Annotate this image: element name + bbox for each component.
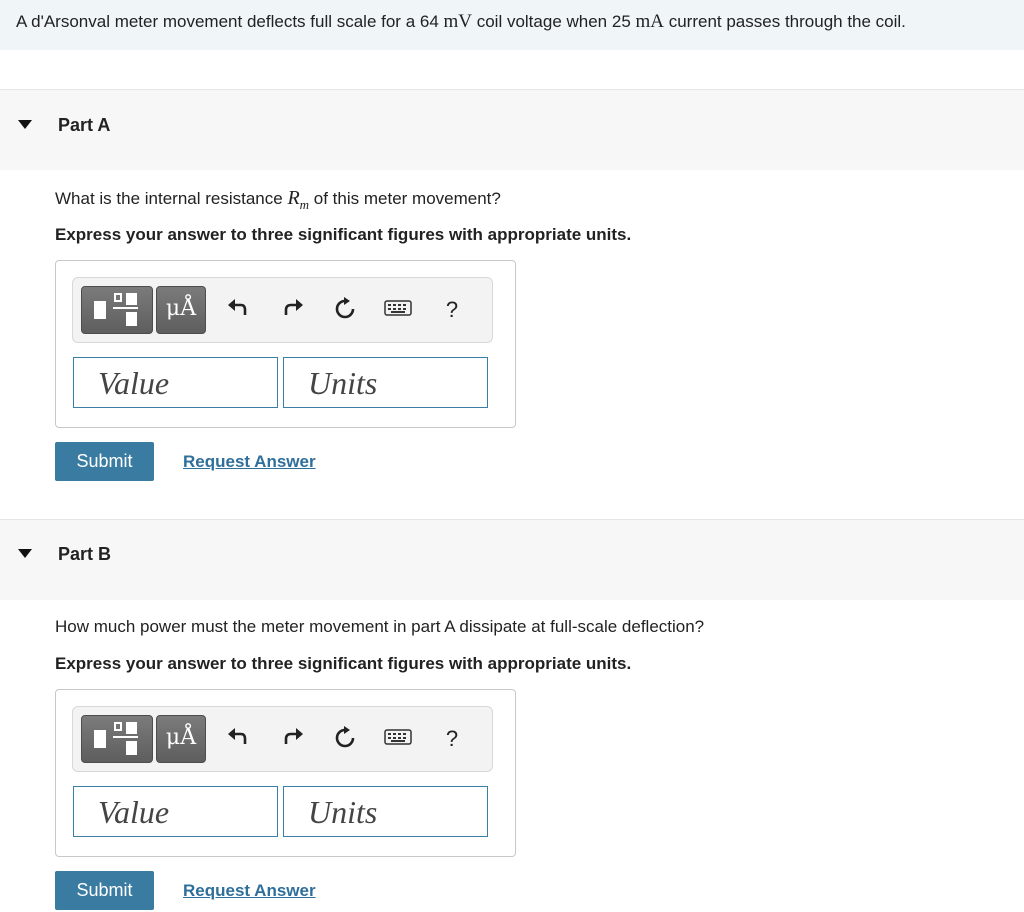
reset-icon[interactable] <box>332 726 358 752</box>
keyboard-icon[interactable] <box>383 297 413 323</box>
help-icon[interactable]: ? <box>439 297 465 323</box>
part-b-answer-box: μÅ ? Value Units <box>55 689 516 857</box>
caret-down-icon[interactable] <box>18 549 32 558</box>
problem-intro: A d'Arsonval meter movement deflects ful… <box>0 0 1024 50</box>
reset-icon[interactable] <box>332 297 358 323</box>
keyboard-icon[interactable] <box>383 726 413 752</box>
redo-icon[interactable] <box>280 726 306 752</box>
request-answer-link[interactable]: Request Answer <box>183 452 316 472</box>
part-b-title: Part B <box>58 544 112 564</box>
problem-statement: A d'Arsonval meter movement deflects ful… <box>16 11 906 32</box>
request-answer-link[interactable]: Request Answer <box>183 881 316 901</box>
units-icon: μÅ <box>165 725 197 750</box>
value-input[interactable]: Value <box>73 786 278 837</box>
caret-down-icon[interactable] <box>18 120 32 129</box>
help-icon[interactable]: ? <box>439 726 465 752</box>
units-icon: μÅ <box>165 296 197 321</box>
part-b-question: How much power must the meter movement i… <box>55 617 705 636</box>
part-a-header[interactable]: Part A <box>0 89 1024 170</box>
part-a-question: What is the internal resistance Rm of th… <box>55 187 501 212</box>
undo-icon[interactable] <box>225 297 251 323</box>
submit-button[interactable]: Submit <box>55 442 154 481</box>
units-input[interactable]: Units <box>283 786 488 837</box>
math-toolbar: μÅ ? <box>72 706 493 772</box>
part-b-header[interactable]: Part B <box>0 519 1024 600</box>
part-a-title: Part A <box>58 115 111 135</box>
redo-icon[interactable] <box>280 297 306 323</box>
math-toolbar: μÅ ? <box>72 277 493 343</box>
value-input[interactable]: Value <box>73 357 278 408</box>
templates-button[interactable] <box>81 715 153 763</box>
part-a-instruction: Express your answer to three significant… <box>55 225 632 244</box>
resistance-symbol: Rm <box>287 187 310 212</box>
units-input[interactable]: Units <box>283 357 488 408</box>
units-button[interactable]: μÅ <box>156 286 206 334</box>
undo-icon[interactable] <box>225 726 251 752</box>
part-a-answer-box: μÅ ? Value Units <box>55 260 516 428</box>
part-b-instruction: Express your answer to three significant… <box>55 654 632 673</box>
templates-button[interactable] <box>81 286 153 334</box>
submit-button[interactable]: Submit <box>55 871 154 910</box>
units-button[interactable]: μÅ <box>156 715 206 763</box>
